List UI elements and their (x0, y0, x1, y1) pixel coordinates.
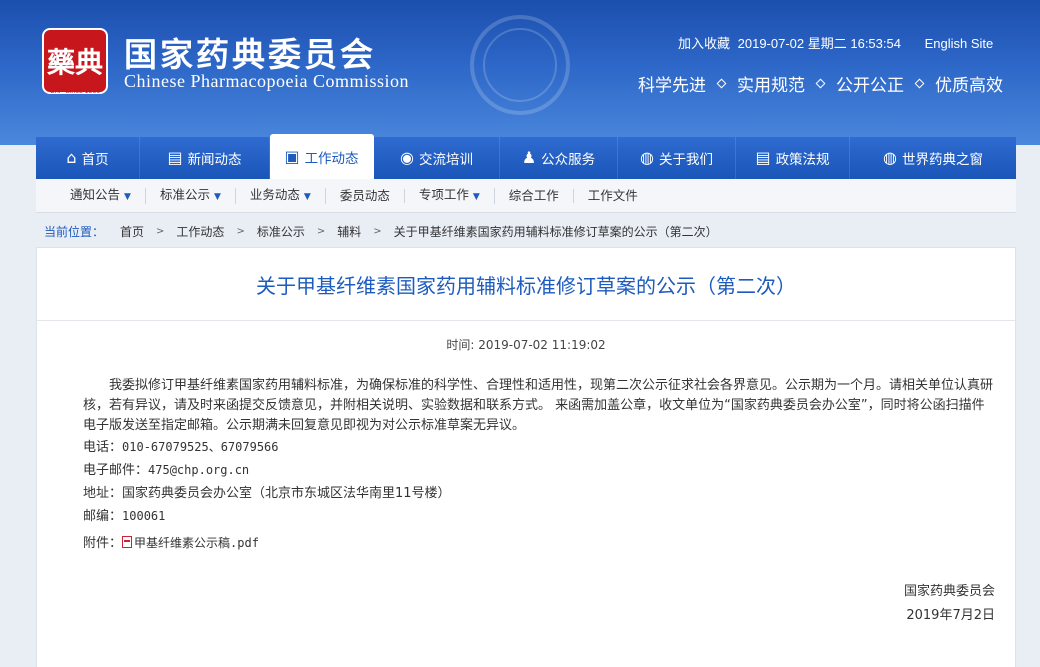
nav-item-news[interactable]: ▤ 新闻动态 (140, 137, 270, 179)
home-icon: ⌂ (66, 148, 77, 167)
article-title: 关于甲基纤维素国家药用辅料标准修订草案的公示（第二次） (37, 248, 1015, 321)
diamond-separator-icon (815, 78, 826, 89)
nav-item-exchange[interactable]: ◉ 交流培训 (374, 137, 500, 179)
logo-seal-caption: ChP Since 1950 (49, 88, 101, 95)
chat-icon: ◉ (400, 148, 414, 167)
diamond-separator-icon (914, 78, 925, 89)
logo-seal[interactable]: 藥典 (42, 28, 108, 94)
chevron-right-icon: > (316, 225, 326, 237)
field-key: 附件： (83, 536, 123, 551)
nav-item-world[interactable]: ◍ 世界药典之窗 (850, 137, 1016, 179)
breadcrumb-excipients[interactable]: 辅料 (337, 223, 361, 240)
english-site-link[interactable]: English Site (925, 36, 994, 51)
attachment-link[interactable]: 甲基纤维素公示稿.pdf (134, 536, 259, 550)
sub-nav-standards[interactable]: 标准公示 ▼ (146, 186, 236, 204)
sub-nav-business[interactable]: 业务动态 ▼ (236, 186, 326, 204)
field-key: 地址： (83, 486, 123, 501)
sub-nav-general[interactable]: 综合工作 (495, 187, 574, 203)
nav-item-label: 工作动态 (304, 150, 359, 167)
attachment-row: 附件： 甲基纤维素公示稿.pdf (83, 532, 995, 555)
slogan-item: 科学先进 (638, 76, 706, 96)
sub-nav-members[interactable]: 委员动态 (326, 187, 405, 203)
document-icon: ▤ (755, 148, 771, 167)
caret-down-icon: ▼ (303, 191, 311, 202)
nav-item-public[interactable]: ♟ 公众服务 (500, 137, 618, 179)
breadcrumb-work[interactable]: 工作动态 (176, 223, 224, 240)
nav-item-about[interactable]: ◍ 关于我们 (618, 137, 736, 179)
site-name-en: Chinese Pharmacopoeia Commission (124, 71, 409, 91)
contact-email: 电子邮件：475@chp.org.cn (83, 459, 995, 482)
nav-item-label: 世界药典之窗 (901, 152, 983, 168)
site-header: 藥典 ChP Since 1950 国家药典委员会 Chinese Pharma… (0, 0, 1040, 145)
field-value: 国家药典委员会办公室（北京市东城区法华南里11号楼） (122, 486, 451, 501)
sub-nav: 通知公告 ▼ 标准公示 ▼ 业务动态 ▼ 委员动态 专项工作 ▼ 综合工作 工作文件 (36, 179, 1016, 213)
add-favorite-link[interactable]: 加入收藏 (678, 36, 730, 51)
article: 关于甲基纤维素国家药用辅料标准修订草案的公示（第二次） 时间: 2019-07-… (36, 247, 1016, 667)
article-time: 时间: 2019-07-02 11:19:02 (446, 338, 606, 352)
users-icon: ♟ (521, 148, 537, 167)
field-key: 邮编： (83, 509, 123, 524)
field-key: 电话： (83, 440, 123, 455)
caret-down-icon: ▼ (213, 191, 221, 202)
header-datetime: 2019-07-02 星期二 16:53:54 (737, 36, 901, 51)
nav-item-label: 关于我们 (658, 152, 713, 168)
watermark-seal-icon (470, 15, 570, 115)
nav-item-label: 政策法规 (775, 152, 830, 168)
sub-nav-label: 综合工作 (508, 187, 559, 203)
nav-item-label: 首页 (81, 152, 109, 168)
article-body: 我委拟修订甲基纤维素国家药用辅料标准，为确保标准的科学性、合理性和适用性，现第二… (83, 376, 995, 555)
nav-item-policy[interactable]: ▤ 政策法规 (736, 137, 850, 179)
slogan-item: 公开公正 (836, 76, 904, 96)
briefcase-icon: ▣ (284, 146, 300, 166)
field-key: 电子邮件： (83, 463, 149, 478)
chevron-right-icon: > (156, 225, 165, 237)
caret-down-icon: ▼ (124, 191, 131, 202)
contact-zip: 邮编：100061 (83, 505, 995, 528)
sub-nav-special[interactable]: 专项工作 ▼ (405, 186, 495, 204)
sub-nav-files[interactable]: 工作文件 (574, 187, 652, 203)
nav-item-home[interactable]: ⌂ 首页 (36, 137, 140, 179)
contact-address: 地址：国家药典委员会办公室（北京市东城区法华南里11号楼） (83, 482, 995, 505)
nav-item-label: 交流培训 (418, 152, 473, 168)
breadcrumb: 当前位置： 首页 > 工作动态 > 标准公示 > 辅料 > 关于甲基纤维素国家药… (36, 219, 1016, 243)
sub-nav-label: 工作文件 (587, 187, 638, 203)
caret-down-icon: ▼ (472, 191, 480, 202)
nav-item-label: 新闻动态 (187, 152, 242, 168)
field-value: 100061 (122, 509, 166, 523)
slogan-item: 实用规范 (737, 76, 805, 96)
diamond-separator-icon (716, 78, 727, 89)
article-paragraph: 我委拟修订甲基纤维素国家药用辅料标准，为确保标准的科学性、合理性和适用性，现第二… (83, 378, 994, 433)
nav-item-label: 公众服务 (541, 152, 596, 168)
nav-item-work[interactable]: ▣ 工作动态 (270, 134, 374, 179)
signature-date: 2019年7月2日 (906, 608, 995, 623)
slogan-item: 优质高效 (935, 76, 1003, 96)
breadcrumb-home[interactable]: 首页 (120, 223, 144, 240)
pdf-file-icon (122, 536, 133, 548)
site-name-cn: 国家药典委员会 (124, 35, 376, 74)
sub-nav-label: 标准公示 (159, 186, 210, 202)
breadcrumb-current: 关于甲基纤维素国家药用辅料标准修订草案的公示（第二次） (393, 224, 718, 239)
top-links: 加入收藏 2019-07-02 星期二 16:53:54 English Sit… (678, 33, 997, 52)
sub-nav-label: 专项工作 (418, 186, 469, 202)
slogans: 科学先进 实用规范 公开公正 优质高效 (638, 71, 1003, 96)
sub-nav-label: 业务动态 (249, 186, 300, 202)
contact-phone: 电话：010-67079525、67079566 (83, 436, 995, 459)
chevron-right-icon: > (236, 225, 245, 237)
signature: 国家药典委员会 2019年7月2日 (904, 580, 995, 628)
news-icon: ▤ (167, 148, 183, 167)
chevron-right-icon: > (373, 225, 382, 237)
breadcrumb-standards[interactable]: 标准公示 (257, 223, 305, 240)
main-nav: ⌂ 首页 ▤ 新闻动态 ▣ 工作动态 ◉ 交流培训 ♟ 公众服务 ◍ 关于我们 … (36, 134, 1016, 179)
globe-icon: ◍ (640, 148, 654, 167)
field-value: 010-67079525、67079566 (122, 440, 279, 454)
sub-nav-label: 委员动态 (339, 187, 390, 203)
world-icon: ◍ (883, 148, 897, 167)
breadcrumb-label: 当前位置： (44, 224, 105, 239)
sub-nav-label: 通知公告 (70, 186, 121, 202)
sub-nav-notices[interactable]: 通知公告 ▼ (56, 186, 146, 204)
field-value: 475@chp.org.cn (148, 463, 250, 477)
signer-name: 国家药典委员会 (903, 584, 995, 599)
